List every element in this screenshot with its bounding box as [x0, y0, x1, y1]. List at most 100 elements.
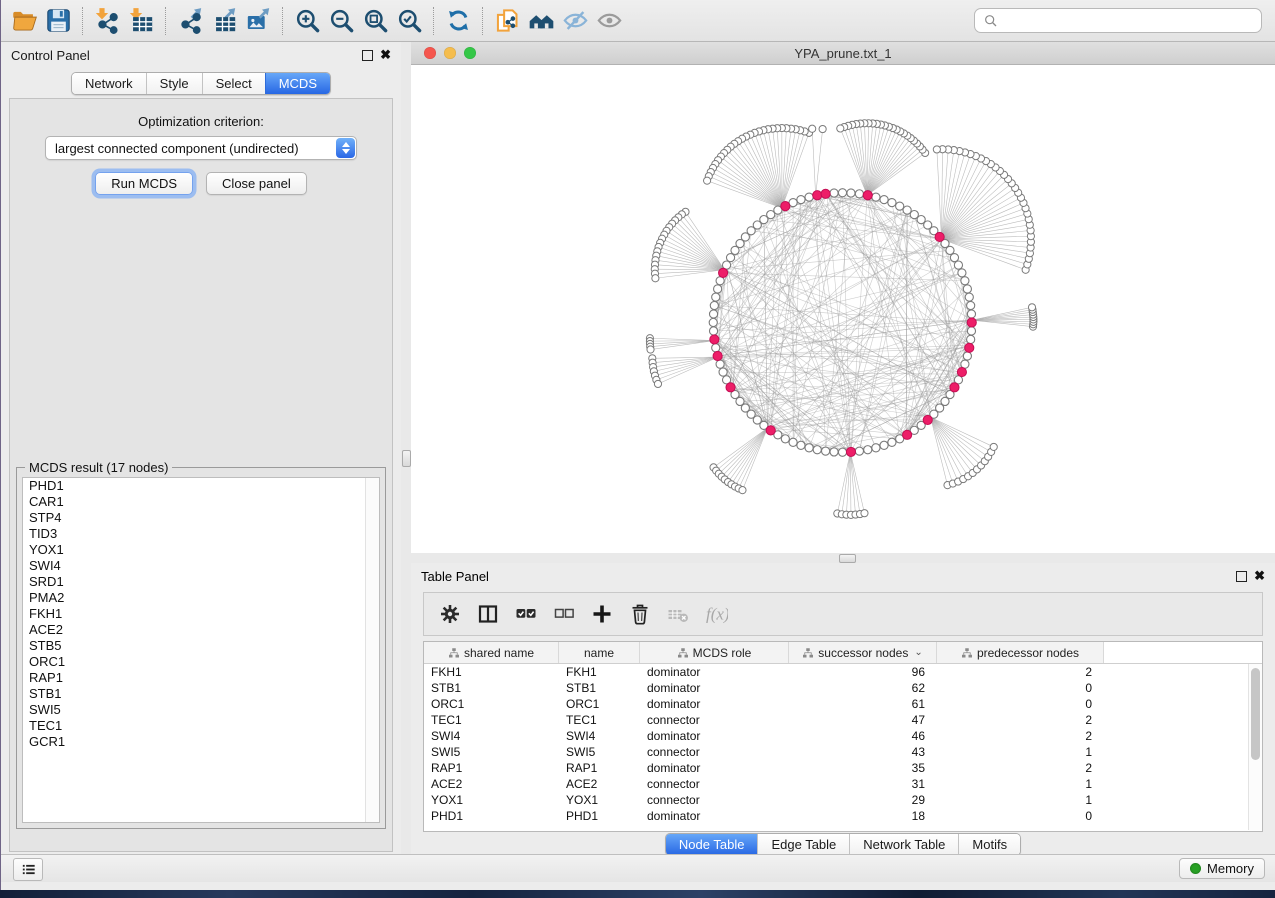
window-zoom-button[interactable]: [464, 47, 476, 59]
network-node[interactable]: [652, 275, 659, 282]
mcds-result-item[interactable]: PMA2: [23, 590, 379, 606]
list-scrollbar[interactable]: [365, 478, 379, 822]
network-node[interactable]: [958, 269, 966, 277]
table-cell[interactable]: TEC1: [424, 712, 559, 728]
network-node[interactable]: [714, 285, 722, 293]
mcds-result-item[interactable]: SRD1: [23, 574, 379, 590]
mcds-result-item[interactable]: TEC1: [23, 718, 379, 734]
network-node[interactable]: [963, 352, 971, 360]
dominator-node[interactable]: [713, 351, 722, 360]
table-cell[interactable]: YOX1: [424, 792, 559, 808]
table-scrollbar[interactable]: [1248, 664, 1262, 830]
mcds-result-item[interactable]: RAP1: [23, 670, 379, 686]
dominator-node[interactable]: [710, 335, 719, 344]
open-folder-button[interactable]: [7, 5, 41, 37]
mcds-result-item[interactable]: STB1: [23, 686, 379, 702]
mcds-result-item[interactable]: YOX1: [23, 542, 379, 558]
network-node[interactable]: [963, 285, 971, 293]
dominator-node[interactable]: [863, 191, 872, 200]
network-node[interactable]: [864, 446, 872, 454]
table-row[interactable]: YOX1YOX1connector291: [424, 792, 1262, 808]
vertical-splitter[interactable]: [401, 42, 411, 855]
network-node[interactable]: [704, 177, 711, 184]
network-node[interactable]: [965, 293, 973, 301]
table-row[interactable]: TEC1TEC1connector472: [424, 712, 1262, 728]
network-node[interactable]: [888, 438, 896, 446]
table-cell[interactable]: dominator: [640, 728, 789, 744]
splitter-handle[interactable]: [839, 554, 856, 563]
network-node[interactable]: [967, 301, 975, 309]
network-node[interactable]: [855, 447, 863, 455]
network-node[interactable]: [872, 444, 880, 452]
column-header-MCDS-role[interactable]: MCDS role: [640, 642, 789, 663]
table-cell[interactable]: 2: [937, 664, 1104, 680]
network-node[interactable]: [712, 293, 720, 301]
network-node[interactable]: [805, 193, 813, 201]
table-cell[interactable]: dominator: [640, 808, 789, 824]
export-image-button[interactable]: [241, 5, 275, 37]
window-minimize-button[interactable]: [444, 47, 456, 59]
table-cell[interactable]: TEC1: [559, 712, 640, 728]
tab-motifs[interactable]: Motifs: [958, 834, 1020, 855]
network-canvas[interactable]: [411, 65, 1275, 553]
table-cell[interactable]: 0: [937, 696, 1104, 712]
table-cell[interactable]: 62: [789, 680, 937, 696]
network-node[interactable]: [896, 202, 904, 210]
network-node[interactable]: [838, 448, 846, 456]
table-cell[interactable]: SWI5: [424, 744, 559, 760]
table-row[interactable]: STB1STB1dominator620: [424, 680, 1262, 696]
first-neighbors-button[interactable]: [524, 5, 558, 37]
network-node[interactable]: [719, 368, 727, 376]
column-header-name[interactable]: name: [559, 642, 640, 663]
table-cell[interactable]: FKH1: [559, 664, 640, 680]
network-node[interactable]: [967, 310, 975, 318]
mcds-result-item[interactable]: TID3: [23, 526, 379, 542]
show-all-button[interactable]: [592, 5, 626, 37]
zoom-out-button[interactable]: [324, 5, 358, 37]
column-header-successor-nodes[interactable]: successor nodes⌄: [789, 642, 937, 663]
table-cell[interactable]: 1: [937, 776, 1104, 792]
table-cell[interactable]: SWI5: [559, 744, 640, 760]
table-cell[interactable]: 29: [789, 792, 937, 808]
table-row[interactable]: SWI4SWI4dominator462: [424, 728, 1262, 744]
network-node[interactable]: [797, 441, 805, 449]
close-panel-icon[interactable]: ✖: [380, 50, 391, 60]
network-node[interactable]: [830, 189, 838, 197]
tab-mcds[interactable]: MCDS: [265, 73, 330, 94]
float-panel-icon[interactable]: [362, 50, 373, 61]
network-node[interactable]: [647, 346, 654, 353]
dominator-node[interactable]: [719, 268, 728, 277]
network-node[interactable]: [837, 125, 844, 132]
network-node[interactable]: [855, 190, 863, 198]
tab-select[interactable]: Select: [202, 73, 265, 94]
table-cell[interactable]: 46: [789, 728, 937, 744]
table-cell[interactable]: ACE2: [559, 776, 640, 792]
table-row[interactable]: SWI5SWI5connector431: [424, 744, 1262, 760]
table-cell[interactable]: 31: [789, 776, 937, 792]
table-cell[interactable]: 96: [789, 664, 937, 680]
network-node[interactable]: [872, 193, 880, 201]
table-cell[interactable]: RAP1: [424, 760, 559, 776]
close-panel-button[interactable]: Close panel: [206, 172, 307, 195]
table-cell[interactable]: dominator: [640, 696, 789, 712]
network-node[interactable]: [954, 261, 962, 269]
refresh-button[interactable]: [441, 5, 475, 37]
network-node[interactable]: [712, 344, 720, 352]
mcds-result-item[interactable]: ACE2: [23, 622, 379, 638]
network-node[interactable]: [813, 446, 821, 454]
table-cell[interactable]: 1: [937, 744, 1104, 760]
network-node[interactable]: [797, 196, 805, 204]
table-cell[interactable]: 2: [937, 760, 1104, 776]
delete-button[interactable]: [624, 598, 656, 630]
table-cell[interactable]: dominator: [640, 760, 789, 776]
table-cell[interactable]: 43: [789, 744, 937, 760]
dominator-node[interactable]: [766, 426, 775, 435]
table-cell[interactable]: 0: [937, 680, 1104, 696]
table-cell[interactable]: 47: [789, 712, 937, 728]
table-cell[interactable]: connector: [640, 744, 789, 760]
tab-network[interactable]: Network: [72, 73, 146, 94]
zoom-in-button[interactable]: [290, 5, 324, 37]
table-cell[interactable]: 0: [937, 808, 1104, 824]
mcds-result-item[interactable]: GCR1: [23, 734, 379, 750]
mcds-result-item[interactable]: SWI5: [23, 702, 379, 718]
